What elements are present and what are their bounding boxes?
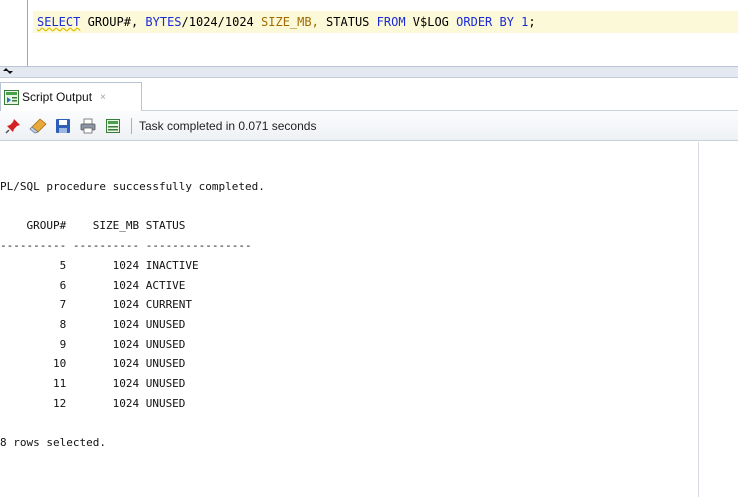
sql-editor[interactable]: SELECT GROUP#, BYTES/1024/1024 SIZE_MB, …: [0, 0, 738, 68]
script-output-text: PL/SQL procedure successfully completed.…: [0, 177, 265, 453]
close-tab-icon[interactable]: ×: [100, 92, 106, 103]
result-row: 8 1024 UNUSED: [0, 317, 186, 331]
collapse-arrows-icon[interactable]: [2, 67, 14, 75]
result-row: 5 1024 INACTIVE: [0, 258, 199, 272]
column-header-row: GROUP# SIZE_MB STATUS: [0, 219, 186, 233]
keyword-from: FROM: [376, 15, 406, 29]
keyword-order-by: ORDER BY: [456, 15, 514, 29]
result-row: 12 1024 UNUSED: [0, 396, 186, 410]
pin-icon[interactable]: [4, 117, 22, 135]
panel-splitter[interactable]: [0, 66, 738, 78]
result-row: 10 1024 UNUSED: [0, 357, 186, 371]
alias-size-mb: SIZE_MB,: [261, 15, 319, 29]
sql-query-line[interactable]: SELECT GROUP#, BYTES/1024/1024 SIZE_MB, …: [37, 13, 536, 31]
result-row: 6 1024 ACTIVE: [0, 278, 186, 292]
table-name: V$LOG: [412, 15, 449, 29]
result-row: 7 1024 CURRENT: [0, 298, 193, 312]
open-file-icon[interactable]: [104, 117, 122, 135]
size-expression: /1024/1024: [181, 15, 254, 29]
output-tab-strip: Script Output ×: [0, 78, 738, 111]
tab-label: Script Output: [22, 90, 93, 104]
keyword-bytes: BYTES: [145, 15, 182, 29]
task-status-text: Task completed in 0.071 seconds: [139, 118, 317, 133]
output-message: PL/SQL procedure successfully completed.: [0, 180, 265, 193]
keyword-select: SELECT: [37, 15, 81, 29]
save-icon[interactable]: [54, 117, 72, 135]
statement-terminator: ;: [528, 15, 536, 29]
column-status: STATUS: [326, 15, 370, 29]
script-output-icon: [4, 89, 19, 105]
script-output-panel[interactable]: PL/SQL procedure successfully completed.…: [0, 142, 698, 497]
output-toolbar: Task completed in 0.071 seconds: [0, 111, 738, 141]
print-icon[interactable]: [79, 117, 97, 135]
column-group: GROUP#,: [87, 15, 139, 29]
editor-gutter: [27, 0, 28, 66]
tab-script-output[interactable]: Script Output ×: [0, 82, 142, 111]
eraser-icon[interactable]: [29, 117, 47, 135]
toolbar-separator: [131, 117, 132, 134]
result-row: 11 1024 UNUSED: [0, 377, 186, 391]
column-underline-row: ---------- ---------- ----------------: [0, 239, 252, 253]
rows-selected-footer: 8 rows selected.: [0, 436, 106, 450]
output-right-border: [698, 142, 699, 497]
result-row: 9 1024 UNUSED: [0, 337, 186, 351]
